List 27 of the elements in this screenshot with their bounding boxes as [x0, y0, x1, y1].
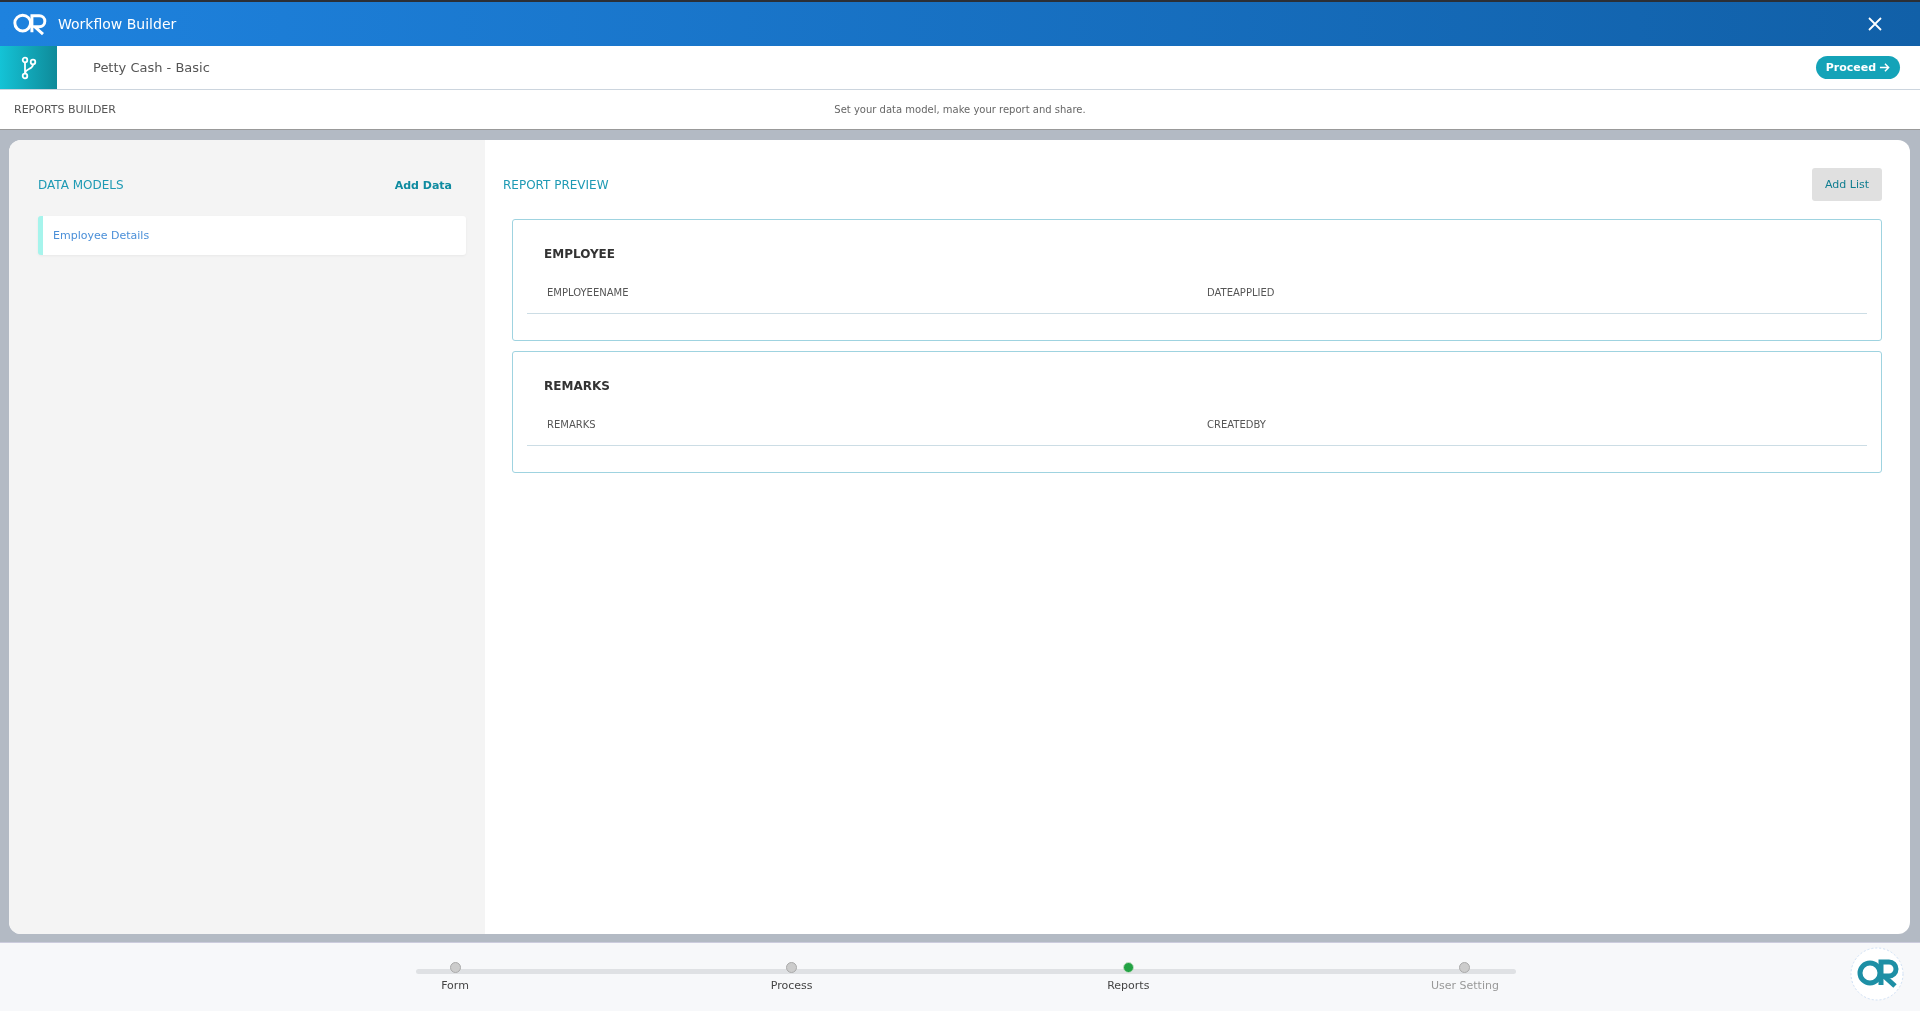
hint-text: Set your data model, make your report and share. — [834, 104, 1086, 115]
data-model-item[interactable]: Employee Details — [38, 216, 466, 255]
data-models-title: DATA MODELS — [38, 178, 124, 192]
step-dot[interactable] — [786, 962, 798, 973]
branch-icon — [20, 55, 37, 80]
add-data-link[interactable]: Add Data — [394, 178, 452, 192]
section-heading: REMARKS — [544, 379, 611, 393]
section-heading: EMPLOYEE — [544, 247, 616, 261]
step-label[interactable]: Form — [441, 979, 469, 992]
arrow-icon — [1879, 62, 1890, 73]
close-icon[interactable] — [1867, 16, 1883, 32]
field-label: REMARKS — [547, 419, 597, 430]
step-dot[interactable] — [449, 962, 461, 973]
window-title: Workflow Builder — [58, 16, 177, 32]
workflow-name: Petty Cash - Basic — [93, 60, 210, 75]
field-label: EMPLOYEENAME — [547, 287, 630, 298]
workflow-tab[interactable] — [0, 46, 57, 89]
field-label: CREATEDBY — [1207, 419, 1267, 430]
step-label[interactable]: Reports — [1107, 979, 1150, 992]
step-label[interactable]: Process — [770, 979, 813, 992]
report-preview-title: REPORT PREVIEW — [503, 177, 609, 192]
section-title: REPORTS BUILDER — [14, 103, 116, 116]
add-list-button[interactable]: Add List — [1811, 168, 1882, 201]
logo-icon — [1850, 947, 1904, 1001]
field-label: DATEAPPLIED — [1207, 287, 1276, 298]
step-dot[interactable] — [1122, 962, 1134, 973]
proceed-button[interactable]: Proceed — [1815, 56, 1900, 79]
